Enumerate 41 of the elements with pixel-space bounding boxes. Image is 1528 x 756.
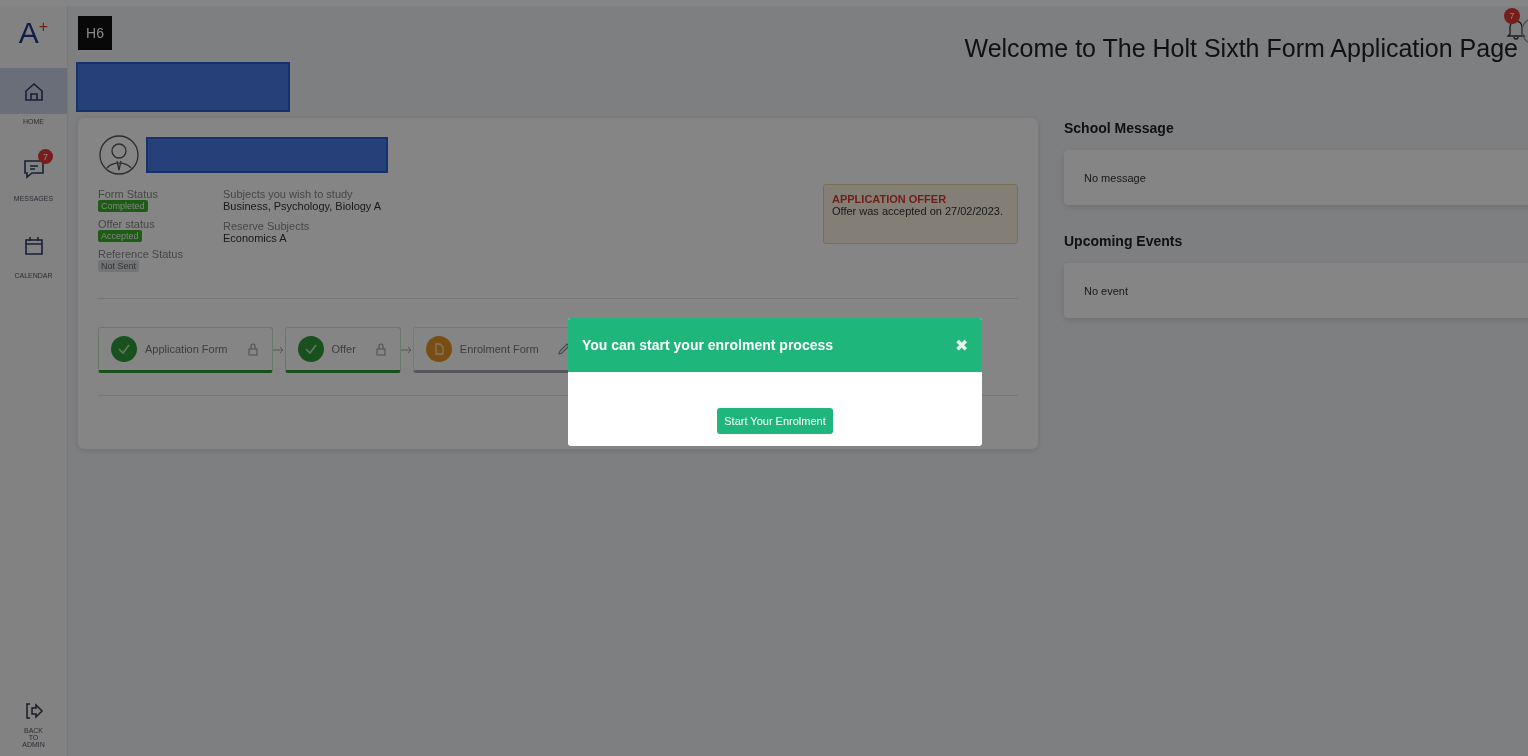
step-label: Application Form xyxy=(145,343,228,355)
offer-notice-title: APPLICATION OFFER xyxy=(832,193,948,205)
status-badge: Completed xyxy=(98,200,148,212)
status-label: Form Status xyxy=(98,188,158,200)
subjects-label: Reserve Subjects xyxy=(223,220,311,232)
events-text: No event xyxy=(1084,284,1129,297)
step-card[interactable]: Application Form xyxy=(98,327,273,373)
status-badge: Accepted xyxy=(98,230,142,242)
step-label: Enrolment Form xyxy=(459,343,539,355)
close-button[interactable]: ✖ xyxy=(955,335,968,355)
message-text: No message xyxy=(1084,171,1146,184)
nav-speech-bubble-tab[interactable]: 7 xyxy=(0,145,67,191)
status-badge: Not Sent xyxy=(98,260,140,272)
app-logo: A$^{+}$ xyxy=(18,16,49,50)
nav-home-tab[interactable] xyxy=(0,68,67,114)
offer-notice-text: Offer was accepted on 27/02/2023. xyxy=(832,205,1005,217)
message-count-badge: 7 xyxy=(38,149,53,164)
pencil-icon[interactable] xyxy=(556,342,571,356)
lock-icon xyxy=(245,342,260,356)
document-circle-icon xyxy=(425,336,452,362)
arrow-icon xyxy=(272,346,285,354)
section-heading: School Message xyxy=(1064,120,1175,136)
check-circle-icon xyxy=(297,336,324,362)
status-label: Offer status xyxy=(98,218,155,230)
bell-icon[interactable] xyxy=(1506,18,1526,40)
subjects-label: Subjects you wish to study xyxy=(223,188,354,200)
user-silhouette-icon xyxy=(98,134,140,176)
arrow-icon xyxy=(400,346,413,354)
check-circle-icon xyxy=(111,336,137,362)
step-label: Offer xyxy=(331,343,356,355)
subjects-value: Business, Psychology, Biology A xyxy=(223,200,383,212)
subjects-value: Economics A xyxy=(223,232,288,244)
school-logo: H6 xyxy=(78,16,112,50)
section-heading: Upcoming Events xyxy=(1064,233,1184,249)
start-enrolment-button[interactable]: Start Your Enrolment xyxy=(717,408,833,434)
lock-icon xyxy=(373,342,388,356)
dialog-title: You can start your enrolment process xyxy=(582,337,834,353)
status-label: Reference Status xyxy=(98,248,183,260)
page-title: Welcome to The Holt Sixth Form Application Page xyxy=(964,34,1518,63)
notification-badge: 7 xyxy=(1504,8,1520,24)
step-card[interactable]: Offer xyxy=(284,327,401,373)
